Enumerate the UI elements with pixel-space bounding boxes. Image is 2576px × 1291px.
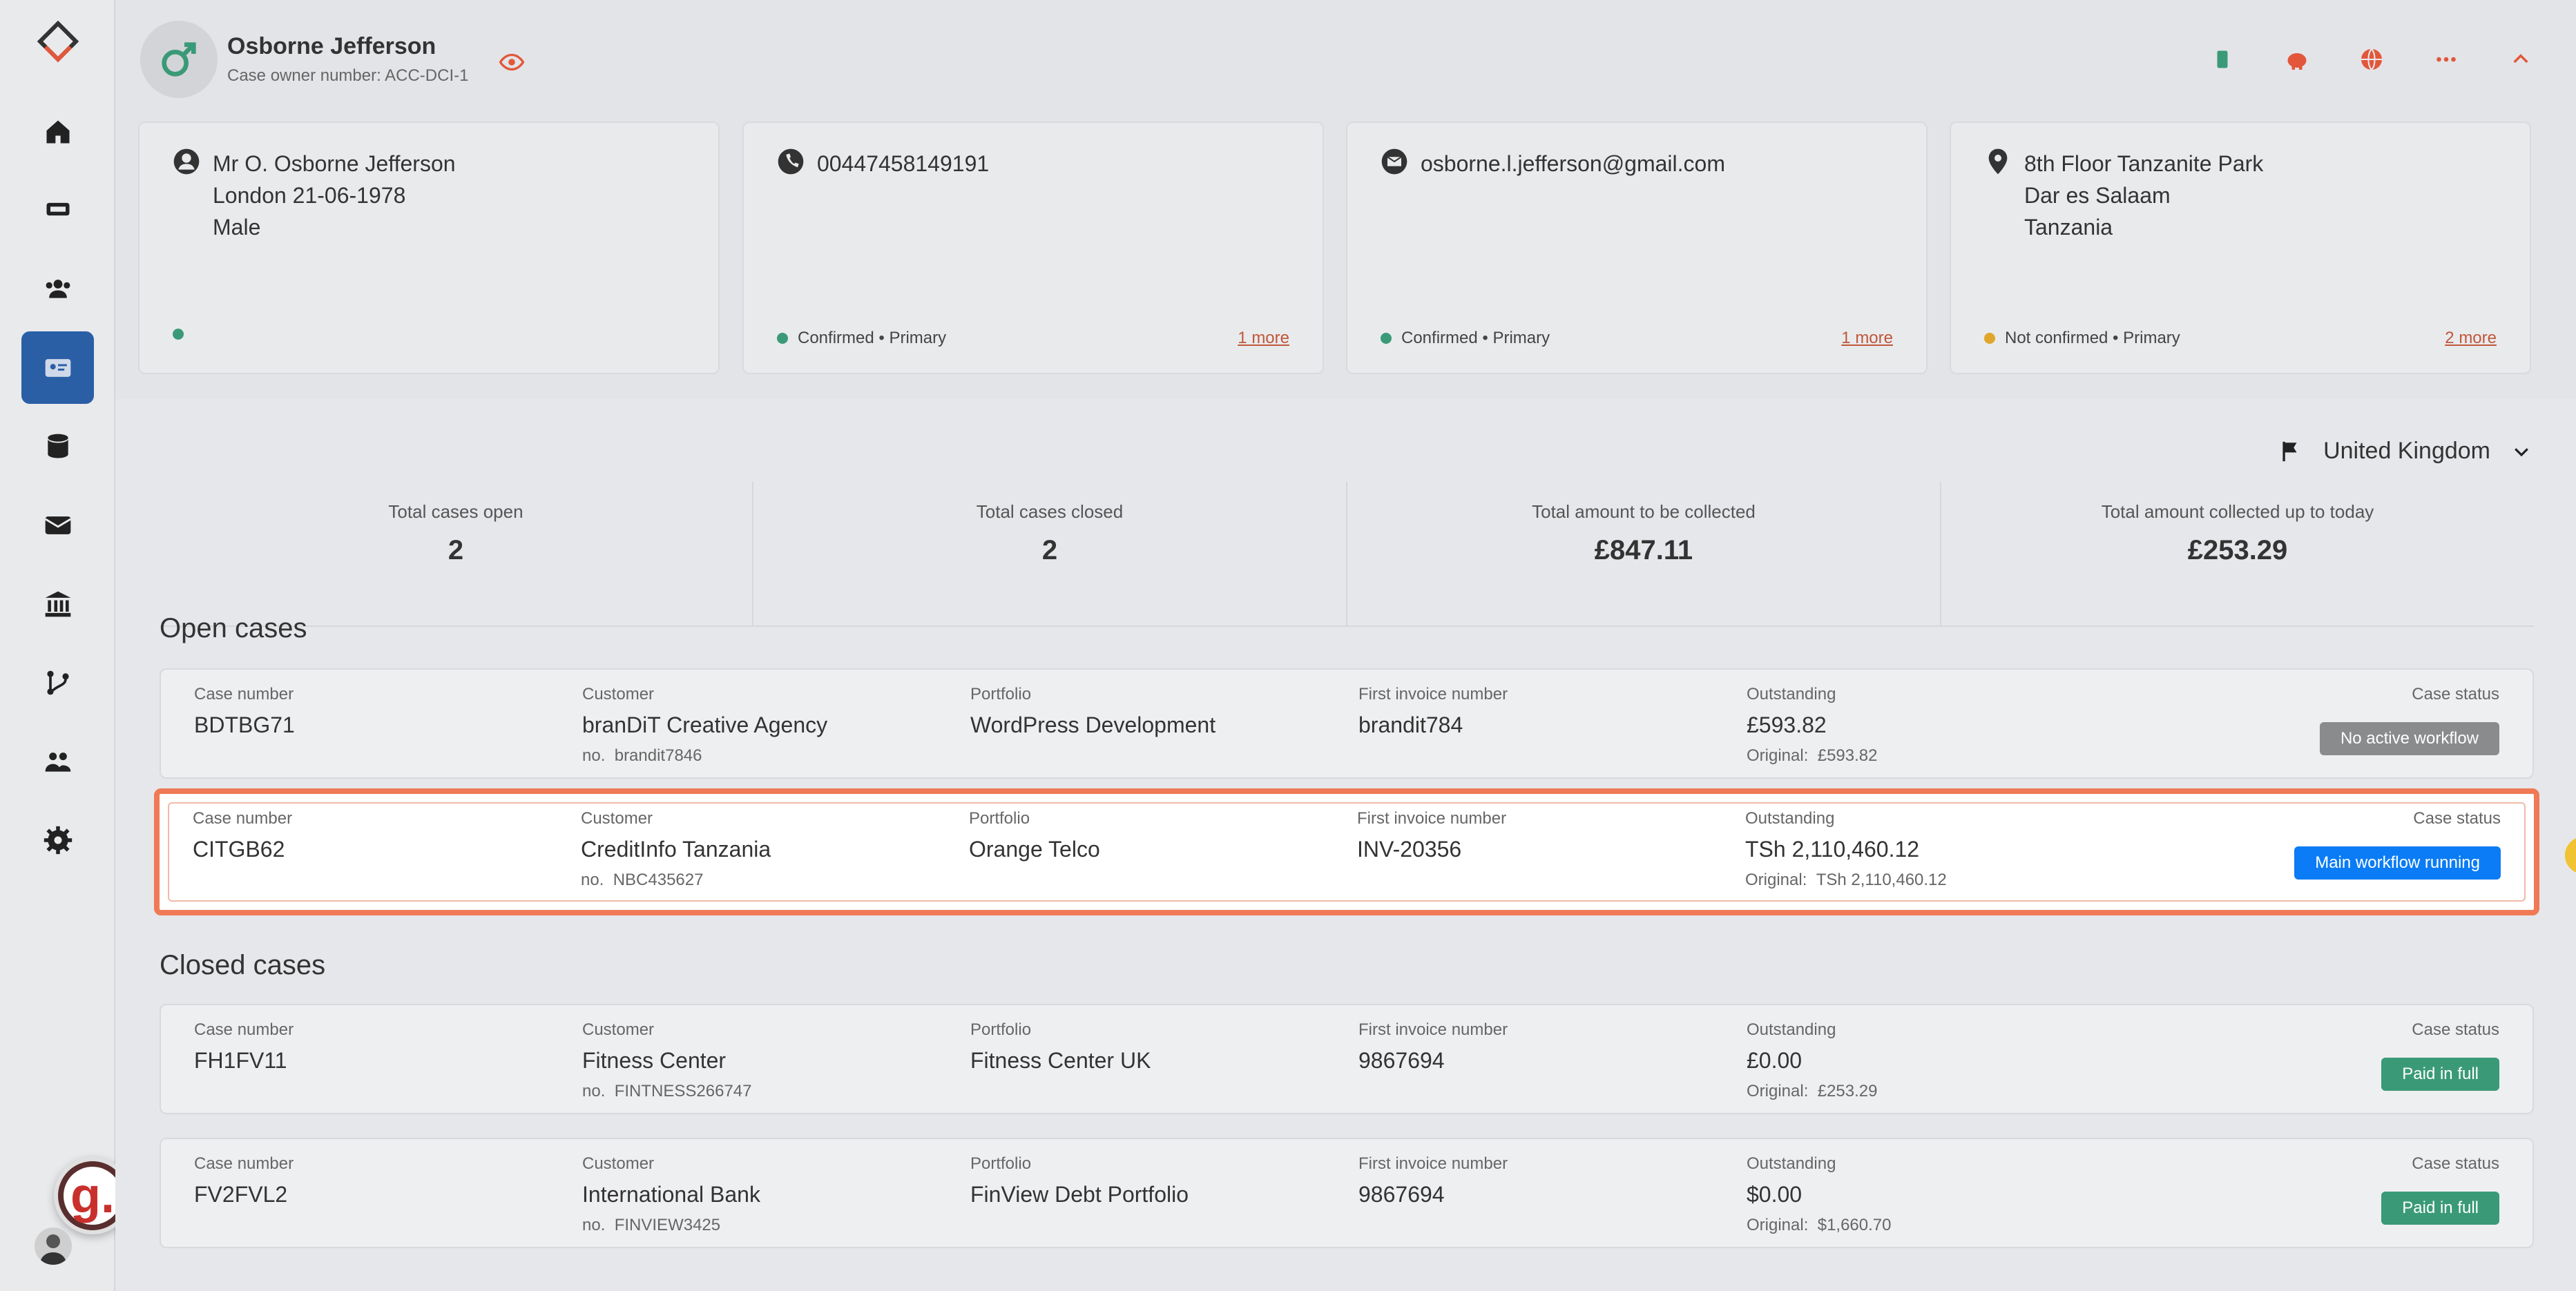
email-address: osborne.l.jefferson@gmail.com <box>1421 151 1725 176</box>
mobile-phone-icon[interactable] <box>2209 46 2236 73</box>
chevron-up-icon[interactable] <box>2507 46 2535 73</box>
email-status: Confirmed • Primary <box>1381 329 1550 348</box>
status-badge: No active workflow <box>2319 722 2499 755</box>
header-actions <box>2209 46 2535 73</box>
settings-gear-icon[interactable] <box>21 804 94 876</box>
ticket-icon[interactable] <box>21 173 94 245</box>
owner-number: Case owner number: ACC-DCI-1 <box>227 66 469 85</box>
case-row-highlighted[interactable]: Case number CITGB62 Customer CreditInfo Ta… <box>154 788 2539 915</box>
stat-open: Total cases open 2 <box>160 482 753 625</box>
personal-info-lines: Mr O. Osborne Jefferson London 21-06-197… <box>213 151 456 240</box>
personal-info-card: Mr O. Osborne Jefferson London 21-06-197… <box>138 122 720 374</box>
phone-status: Confirmed • Primary <box>777 329 946 348</box>
database-icon[interactable] <box>21 410 94 483</box>
status-badge: Paid in full <box>2381 1058 2499 1091</box>
stat-to-collect: Total amount to be collected £847.11 <box>1347 482 1941 625</box>
flag-icon <box>2282 441 2297 461</box>
country-selector[interactable]: United Kingdom <box>2279 438 2532 465</box>
stat-closed: Total cases closed 2 <box>753 482 1347 625</box>
address-lines: 8th Floor Tanzanite Park Dar es Salaam T… <box>2024 151 2264 240</box>
id-card-icon[interactable] <box>21 331 94 404</box>
mail-icon[interactable] <box>21 489 94 561</box>
envelope-icon <box>1381 148 1408 175</box>
location-pin-icon <box>1984 148 2012 175</box>
owner-name: Osborne Jefferson <box>227 33 436 59</box>
app-root: g. Osborne Jefferson Case owner number: … <box>0 0 2576 1291</box>
eye-icon[interactable] <box>499 50 525 75</box>
case-row[interactable]: Case number BDTBG71 Customer branDiT Creat… <box>160 668 2534 779</box>
workflow-branch-icon[interactable] <box>21 646 94 719</box>
stat-collected: Total amount collected up to today £253.2… <box>2101 501 2374 565</box>
piggy-bank-icon[interactable] <box>2283 46 2311 73</box>
phone-number: 00447458149191 <box>817 151 990 176</box>
phone-icon <box>777 148 805 175</box>
email-more-link[interactable]: 1 more <box>1841 329 1893 348</box>
case-row[interactable]: Case number FH1FV11 Customer Fitness Cente… <box>160 1004 2534 1114</box>
bank-icon[interactable] <box>21 567 94 640</box>
male-gender-icon <box>140 21 218 98</box>
phone-more-link[interactable]: 1 more <box>1238 329 1289 348</box>
home-icon[interactable] <box>21 95 94 168</box>
address-more-link[interactable]: 2 more <box>2445 329 2497 348</box>
address-status: Not confirmed • Primary <box>1984 329 2180 348</box>
case-owner-header: Osborne Jefferson Case owner number: ACC… <box>115 0 2576 123</box>
more-options-icon[interactable] <box>2432 46 2460 73</box>
chevron-down-icon <box>2515 447 2528 456</box>
status-badge: Paid in full <box>2381 1192 2499 1225</box>
open-cases-title: Open cases <box>160 613 307 643</box>
address-card: 8th Floor Tanzanite Park Dar es Salaam T… <box>1950 122 2531 374</box>
logo-icon[interactable] <box>36 20 80 65</box>
email-card: osborne.l.jefferson@gmail.com Confirmed … <box>1346 122 1928 374</box>
globe-icon[interactable] <box>2358 46 2385 73</box>
case-stats: Total cases open 2 Total cases closed 2 To… <box>160 482 2534 627</box>
users-icon[interactable] <box>21 251 94 324</box>
sidebar: g. <box>0 0 131 1291</box>
avatar[interactable] <box>35 1227 72 1265</box>
personal-status-dot <box>173 329 184 340</box>
phone-card: 00447458149191 Confirmed • Primary 1 mor… <box>742 122 1324 374</box>
case-row[interactable]: Case number FV2FVL2 Customer International… <box>160 1138 2534 1248</box>
team-icon[interactable] <box>21 725 94 797</box>
person-icon <box>173 148 200 175</box>
country-label: United Kingdom <box>2323 438 2490 464</box>
closed-cases-title: Closed cases <box>160 950 326 980</box>
status-badge: Main workflow running <box>2294 846 2501 880</box>
cases-content: United Kingdom Total cases open 2 Total c… <box>115 399 2576 1291</box>
